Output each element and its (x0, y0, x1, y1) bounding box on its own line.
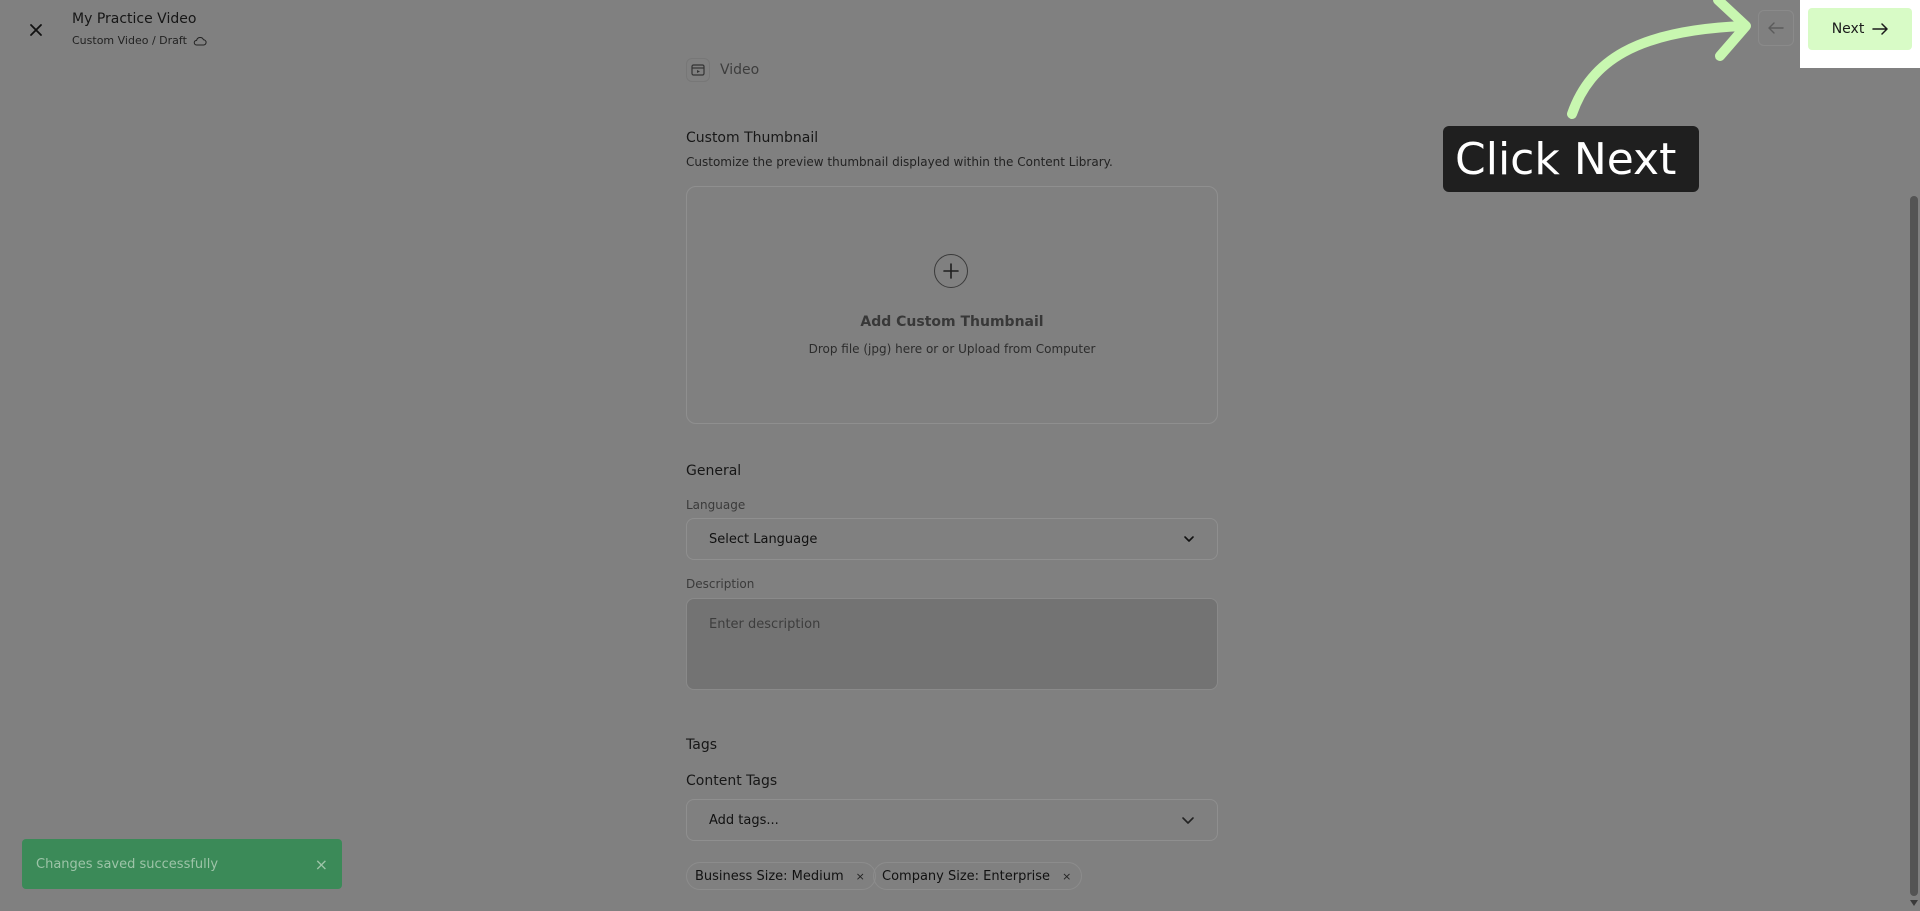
video-icon (686, 58, 710, 82)
breadcrumb-text: Custom Video / Draft (72, 34, 187, 47)
language-value: Select Language (709, 531, 818, 547)
content-type-row: Video (686, 58, 759, 82)
scroll-down-icon[interactable] (1909, 899, 1919, 907)
content-type-label: Video (720, 62, 760, 78)
tag-label: Company Size: Enterprise (882, 868, 1051, 884)
remove-tag-icon[interactable]: × (856, 870, 865, 883)
callout-label: Click Next (1443, 126, 1699, 192)
general-section-title: General (686, 463, 742, 479)
breadcrumb: Custom Video / Draft (72, 34, 207, 47)
chevron-down-icon (1184, 536, 1194, 542)
cloud-icon (193, 36, 207, 45)
callout-arrow (1567, 0, 1751, 119)
close-icon (30, 24, 42, 36)
upload-hint: Drop file (jpg) here or or Upload from C… (808, 342, 1096, 356)
language-label: Language (686, 498, 746, 512)
next-button[interactable]: Next (1808, 8, 1912, 50)
toast-message: Changes saved successfully (36, 856, 219, 872)
page-title: My Practice Video (72, 11, 197, 27)
toast-close-icon[interactable]: × (315, 855, 328, 874)
description-label: Description (686, 577, 755, 591)
remove-tag-icon[interactable]: × (1062, 870, 1071, 883)
content-tags-label: Content Tags (686, 773, 778, 789)
add-thumbnail-title: Add Custom Thumbnail (860, 314, 1044, 330)
thumbnail-section-subtitle: Customize the preview thumbnail displaye… (686, 155, 1113, 169)
tags-select[interactable]: Add tags... (686, 799, 1218, 841)
tag-chip: Business Size: Medium × (686, 862, 876, 890)
next-button-label: Next (1831, 21, 1865, 37)
tags-placeholder: Add tags... (709, 812, 779, 828)
tag-label: Business Size: Medium (695, 868, 844, 884)
tag-chip: Company Size: Enterprise × (873, 862, 1083, 890)
description-textarea[interactable]: Enter description (686, 598, 1218, 690)
tags-section-title: Tags (686, 737, 717, 753)
toast-notification: Changes saved successfully × (22, 839, 342, 889)
arrow-right-icon (1872, 23, 1889, 35)
thumbnail-dropzone[interactable] (686, 186, 1218, 424)
thumbnail-section-title: Custom Thumbnail (686, 130, 819, 146)
add-thumbnail-button[interactable] (934, 254, 968, 288)
description-placeholder: Enter description (709, 617, 821, 632)
scrollbar-thumb[interactable] (1910, 196, 1918, 896)
close-button[interactable] (22, 16, 50, 44)
language-select[interactable]: Select Language (686, 518, 1218, 560)
plus-icon (943, 263, 959, 279)
chevron-down-icon (1182, 816, 1194, 824)
